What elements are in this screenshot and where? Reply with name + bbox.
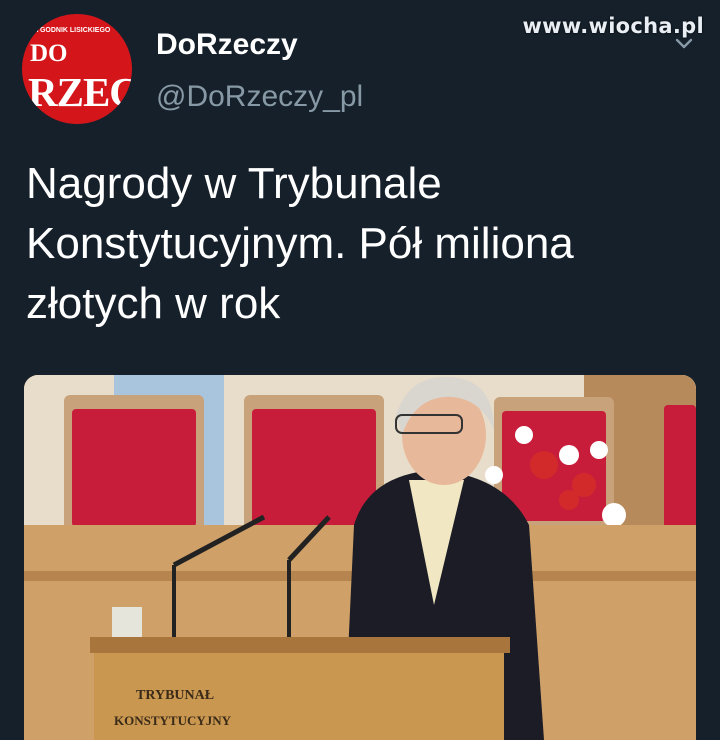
chevron-down-icon[interactable]: [672, 34, 696, 54]
media-image[interactable]: TRYBUNAŁ KONSTYTUCYJNY: [24, 375, 696, 740]
avatar-logo-do: DO: [30, 40, 68, 67]
tweet-text: Nagrody w Trybunale Konstytucyjnym. Pół …: [26, 159, 574, 328]
author-name[interactable]: DoRzeczy: [156, 28, 298, 62]
lectern-text-1: TRYBUNAŁ: [136, 688, 214, 703]
avatar[interactable]: TYGODNIK LISICKIEGO DO RZEC: [22, 14, 132, 124]
avatar-logo-rzec: RZEC: [28, 69, 132, 115]
photo-illustration: TRYBUNAŁ KONSTYTUCYJNY: [24, 375, 696, 740]
author-handle[interactable]: @DoRzeczy_pl: [156, 80, 363, 114]
lectern-text-2: KONSTYTUCYJNY: [114, 713, 232, 728]
avatar-masthead: TYGODNIK LISICKIEGO: [31, 27, 111, 34]
